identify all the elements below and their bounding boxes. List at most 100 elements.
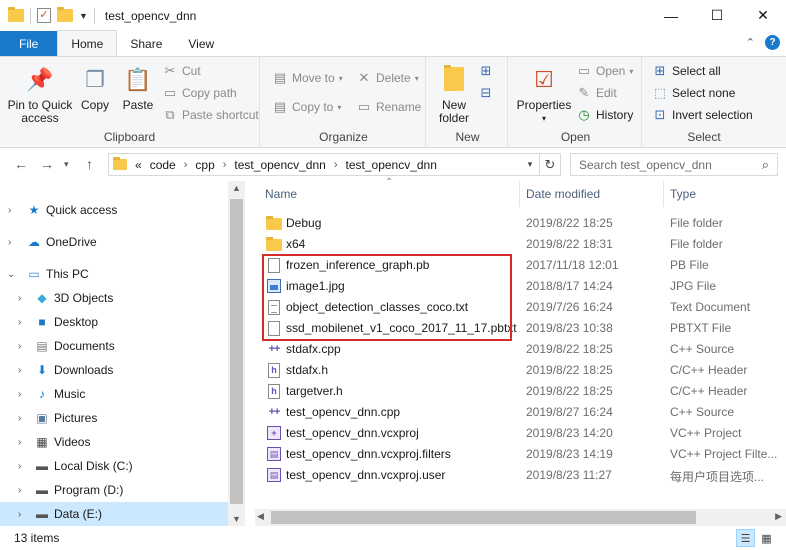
- back-arrow-icon[interactable]: ←: [14, 156, 28, 172]
- breadcrumb-separator-icon[interactable]: ›: [334, 159, 338, 171]
- file-row-test-opencv-dnn-cpp[interactable]: ++ test_opencv_dnn.cpp 2019/8/27 16:24 C…: [255, 402, 786, 423]
- minimize-button[interactable]: —: [648, 0, 694, 31]
- expand-chevron-icon[interactable]: ›: [18, 389, 21, 400]
- column-divider[interactable]: [663, 181, 664, 207]
- refresh-icon[interactable]: ↻: [539, 154, 560, 175]
- large-icons-view-icon[interactable]: ▦: [757, 529, 776, 547]
- recent-locations-icon[interactable]: ▾: [64, 159, 69, 170]
- nav-item-program-d[interactable]: › ▬ Program (D:): [0, 478, 228, 502]
- pin-to-quick-access-button[interactable]: 📌 Pin to Quick access: [6, 63, 74, 125]
- copy-path-button[interactable]: ▭ Copy path: [162, 83, 237, 103]
- expand-chevron-icon[interactable]: ›: [18, 461, 21, 472]
- file-row-vcxproj[interactable]: + test_opencv_dnn.vcxproj 2019/8/23 14:2…: [255, 423, 786, 444]
- breadcrumb-code[interactable]: code: [150, 158, 176, 172]
- nav-item-3d-objects[interactable]: › ◆ 3D Objects: [0, 286, 228, 310]
- file-list-horizontal-scrollbar[interactable]: ◀ ▶: [255, 509, 786, 526]
- nav-item-local-disk-c[interactable]: › ▬ Local Disk (C:): [0, 454, 228, 478]
- paste-shortcut-button[interactable]: ⧉ Paste shortcut: [162, 105, 258, 125]
- new-folder-icon[interactable]: [57, 7, 73, 22]
- help-icon[interactable]: ?: [765, 35, 780, 50]
- expand-chevron-icon[interactable]: ›: [18, 365, 21, 376]
- details-view-icon[interactable]: ☰: [736, 529, 755, 547]
- nav-item-downloads[interactable]: › ⬇ Downloads: [0, 358, 228, 382]
- properties-icon[interactable]: ✓: [37, 8, 51, 23]
- tab-file[interactable]: File: [0, 31, 58, 56]
- collapse-chevron-icon[interactable]: ⌄: [7, 269, 15, 280]
- expand-chevron-icon[interactable]: ›: [18, 437, 21, 448]
- expand-chevron-icon[interactable]: ›: [18, 293, 21, 304]
- file-row-image1[interactable]: image1.jpg 2018/8/17 14:24 JPG File: [255, 276, 786, 297]
- expand-chevron-icon[interactable]: ›: [18, 485, 21, 496]
- rename-button[interactable]: ▭ Rename: [356, 97, 422, 117]
- expand-chevron-icon[interactable]: ›: [18, 317, 21, 328]
- easy-access-button[interactable]: ⊟: [478, 83, 494, 103]
- nav-item-data-e[interactable]: › ▬ Data (E:): [0, 502, 228, 526]
- maximize-button[interactable]: ☐: [694, 0, 740, 31]
- file-row-x64[interactable]: x64 2019/8/22 18:31 File folder: [255, 234, 786, 255]
- expand-chevron-icon[interactable]: ›: [8, 237, 11, 248]
- new-item-button[interactable]: ⊞: [478, 61, 494, 81]
- copy-button[interactable]: ❐ Copy: [78, 63, 112, 112]
- expand-chevron-icon[interactable]: ›: [18, 509, 21, 520]
- scroll-right-icon[interactable]: ▶: [775, 511, 782, 522]
- file-row-vcxproj-user[interactable]: ▤ test_opencv_dnn.vcxproj.user 2019/8/23…: [255, 465, 786, 486]
- scrollbar-thumb[interactable]: [271, 511, 696, 524]
- invert-selection-button[interactable]: ⊡ Invert selection: [652, 105, 753, 125]
- breadcrumb-overflow[interactable]: «: [135, 158, 142, 172]
- breadcrumb-test-opencv-dnn-current[interactable]: test_opencv_dnn: [346, 158, 437, 172]
- nav-item-onedrive[interactable]: › ☁ OneDrive: [0, 230, 228, 254]
- tab-home[interactable]: Home: [57, 30, 118, 56]
- collapse-ribbon-icon[interactable]: ⌃: [746, 36, 755, 49]
- open-button[interactable]: ▭ Open ▾: [576, 61, 634, 81]
- cut-button[interactable]: ✂ Cut: [162, 61, 201, 81]
- tab-share[interactable]: Share: [117, 31, 175, 56]
- copy-to-button[interactable]: ▤ Copy to ▾: [272, 97, 342, 117]
- tab-view[interactable]: View: [175, 31, 227, 56]
- file-row-object-detection-classes[interactable]: object_detection_classes_coco.txt 2019/7…: [255, 297, 786, 318]
- nav-item-desktop[interactable]: › ■ Desktop: [0, 310, 228, 334]
- file-row-debug[interactable]: Debug 2019/8/22 18:25 File folder: [255, 213, 786, 234]
- move-to-button[interactable]: ▤ Move to ▾: [272, 68, 343, 88]
- expand-chevron-icon[interactable]: ›: [8, 205, 11, 216]
- column-header-type[interactable]: Type: [670, 181, 696, 207]
- nav-pane-scrollbar[interactable]: ▲ ▼: [228, 181, 245, 526]
- nav-item-documents[interactable]: › ▤ Documents: [0, 334, 228, 358]
- nav-item-this-pc[interactable]: ⌄ ▭ This PC: [0, 262, 228, 286]
- forward-arrow-icon[interactable]: →: [40, 156, 54, 172]
- properties-button[interactable]: ☑ Properties ▾: [516, 63, 572, 125]
- edit-button[interactable]: ✎ Edit: [576, 83, 617, 103]
- history-button[interactable]: ◷ History: [576, 105, 633, 125]
- file-row-vcxproj-filters[interactable]: ▤ test_opencv_dnn.vcxproj.filters 2019/8…: [255, 444, 786, 465]
- address-bar[interactable]: « code › cpp › test_opencv_dnn › test_op…: [108, 153, 561, 176]
- file-row-stdafx-cpp[interactable]: ++ stdafx.cpp 2019/8/22 18:25 C++ Source: [255, 339, 786, 360]
- breadcrumb-separator-icon[interactable]: ›: [223, 159, 227, 171]
- up-arrow-icon[interactable]: ↑: [86, 156, 93, 172]
- file-row-stdafx-h[interactable]: h stdafx.h 2019/8/22 18:25 C/C++ Header: [255, 360, 786, 381]
- nav-item-music[interactable]: › ♪ Music: [0, 382, 228, 406]
- file-row-frozen-inference-graph[interactable]: frozen_inference_graph.pb 2017/11/18 12:…: [255, 255, 786, 276]
- scroll-down-icon[interactable]: ▼: [232, 514, 241, 524]
- new-folder-button[interactable]: New folder: [434, 63, 474, 125]
- file-row-targetver-h[interactable]: h targetver.h 2019/8/22 18:25 C/C++ Head…: [255, 381, 786, 402]
- breadcrumb-cpp[interactable]: cpp: [195, 158, 214, 172]
- close-button[interactable]: ✕: [740, 0, 786, 31]
- scroll-left-icon[interactable]: ◀: [257, 511, 264, 522]
- delete-button[interactable]: ✕ Delete ▾: [356, 68, 419, 88]
- nav-item-quick-access[interactable]: › ★ Quick access: [0, 198, 228, 222]
- scrollbar-thumb[interactable]: [230, 199, 243, 504]
- column-header-date[interactable]: Date modified: [526, 181, 600, 207]
- nav-item-pictures[interactable]: › ▣ Pictures: [0, 406, 228, 430]
- customize-toolbar-dropdown[interactable]: ▼: [79, 11, 88, 21]
- expand-chevron-icon[interactable]: ›: [18, 341, 21, 352]
- search-input[interactable]: Search test_opencv_dnn ⌕: [570, 153, 778, 176]
- nav-item-videos[interactable]: › ▦ Videos: [0, 430, 228, 454]
- select-none-button[interactable]: ⬚ Select none: [652, 83, 736, 103]
- breadcrumb-separator-icon[interactable]: ›: [184, 159, 188, 171]
- column-divider[interactable]: [519, 181, 520, 207]
- expand-chevron-icon[interactable]: ›: [18, 413, 21, 424]
- breadcrumb-test-opencv-dnn[interactable]: test_opencv_dnn: [234, 158, 325, 172]
- file-row-ssd-mobilenet-pbtxt[interactable]: ssd_mobilenet_v1_coco_2017_11_17.pbtxt 2…: [255, 318, 786, 339]
- paste-button[interactable]: 📋 Paste: [118, 63, 158, 112]
- scroll-up-icon[interactable]: ▲: [232, 183, 241, 193]
- address-dropdown-icon[interactable]: ▾: [520, 159, 539, 170]
